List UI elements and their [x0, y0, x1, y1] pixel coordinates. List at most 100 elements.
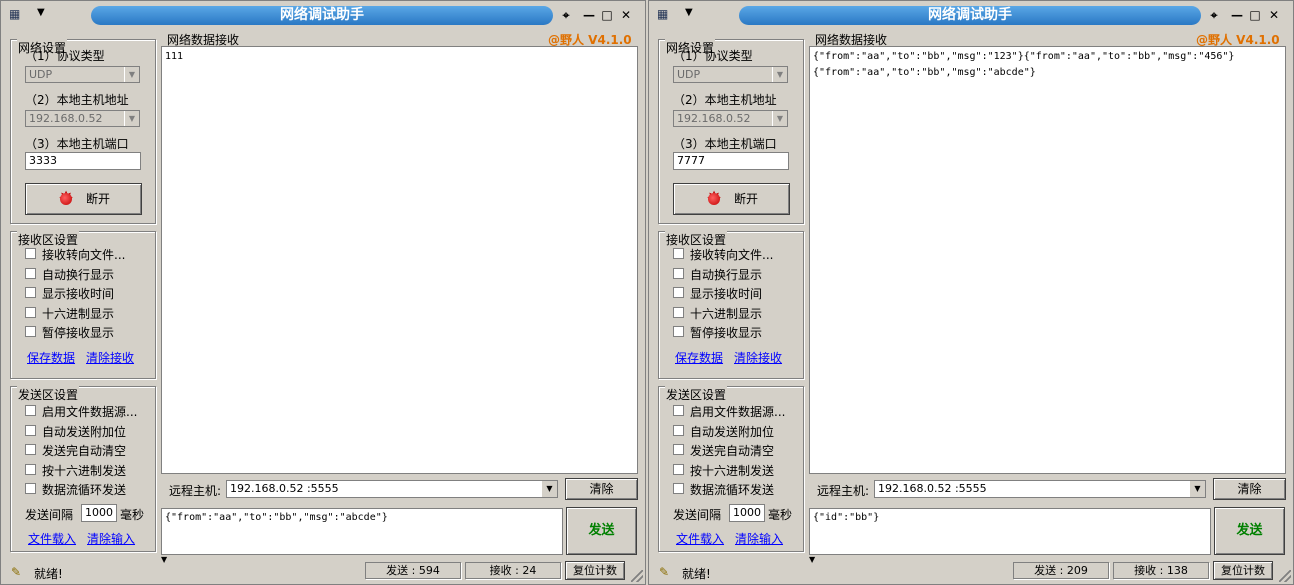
- option-checkbox[interactable]: 自动发送附加位: [25, 424, 165, 439]
- dropdown-arrow-icon: ▼: [124, 111, 139, 126]
- reset-count-button[interactable]: 复位计数: [565, 561, 625, 580]
- status-icon: ✎: [659, 565, 670, 579]
- checkbox-box[interactable]: [25, 424, 36, 436]
- file-load-link[interactable]: 文件载入: [676, 530, 724, 547]
- checkbox-box[interactable]: [25, 444, 36, 455]
- checkbox-box[interactable]: [673, 483, 684, 494]
- receive-textarea[interactable]: {"from":"aa","to":"bb","msg":"123"}{"fro…: [809, 46, 1286, 474]
- option-checkbox[interactable]: 启用文件数据源...: [673, 404, 813, 419]
- checkbox-box[interactable]: [673, 306, 684, 318]
- option-checkbox[interactable]: 接收转向文件...: [25, 247, 165, 262]
- clear-input-link[interactable]: 清除输入: [735, 530, 783, 547]
- disconnect-button[interactable]: ✸ 断开: [25, 183, 142, 215]
- close-button[interactable]: ✕: [1266, 7, 1282, 23]
- checkbox-box[interactable]: [673, 287, 684, 298]
- checkbox-label: 接收转向文件...: [690, 248, 774, 262]
- checkbox-box[interactable]: [673, 463, 684, 475]
- checkbox-box[interactable]: [25, 463, 36, 475]
- checkbox-box[interactable]: [25, 248, 36, 259]
- option-checkbox[interactable]: 自动换行显示: [25, 267, 165, 282]
- option-checkbox[interactable]: 暂停接收显示: [673, 325, 813, 340]
- send-button[interactable]: 发送: [566, 507, 637, 555]
- resize-grip-icon[interactable]: [631, 570, 643, 582]
- port-input[interactable]: 3333: [25, 152, 141, 170]
- option-checkbox[interactable]: 按十六进制发送: [25, 463, 165, 478]
- status-text: 就绪!: [682, 567, 711, 581]
- option-checkbox[interactable]: 暂停接收显示: [25, 325, 165, 340]
- option-checkbox[interactable]: 发送完自动清空: [25, 443, 165, 458]
- clear-button[interactable]: 清除: [1213, 478, 1286, 500]
- remote-host-select[interactable]: 192.168.0.52 :5555 ▼: [874, 480, 1206, 498]
- option-checkbox[interactable]: 十六进制显示: [673, 306, 813, 321]
- received-line: {"from":"aa","to":"bb","msg":"abcde"}: [813, 67, 1036, 78]
- reset-count-button[interactable]: 复位计数: [1213, 561, 1273, 580]
- send-interval-label: 发送间隔: [25, 508, 74, 522]
- checkbox-box[interactable]: [673, 424, 684, 436]
- maximize-button[interactable]: □: [1247, 7, 1263, 23]
- protocol-select[interactable]: UDP ▼: [25, 66, 140, 83]
- remote-host-value: 192.168.0.52 :5555: [230, 482, 339, 495]
- pin-icon[interactable]: ⌖: [558, 7, 574, 23]
- checkbox-box[interactable]: [673, 444, 684, 455]
- minimize-button[interactable]: —: [1229, 7, 1245, 23]
- checkbox-box[interactable]: [673, 248, 684, 259]
- protocol-select[interactable]: UDP ▼: [673, 66, 788, 83]
- option-checkbox[interactable]: 十六进制显示: [25, 306, 165, 321]
- checkbox-box[interactable]: [673, 267, 684, 279]
- save-data-link[interactable]: 保存数据: [27, 349, 75, 366]
- system-menu[interactable]: ▦ ▼: [7, 7, 65, 23]
- host-select[interactable]: 192.168.0.52 ▼: [673, 110, 788, 127]
- send-interval-label: 发送间隔: [673, 508, 722, 522]
- clear-input-link[interactable]: 清除输入: [87, 530, 135, 547]
- option-checkbox[interactable]: 接收转向文件...: [673, 247, 813, 262]
- option-checkbox[interactable]: 自动发送附加位: [673, 424, 813, 439]
- clear-receive-link[interactable]: 清除接收: [734, 349, 782, 366]
- system-menu[interactable]: ▦ ▼: [655, 7, 713, 23]
- send-textarea[interactable]: {"id":"bb"}: [809, 508, 1211, 555]
- port-input[interactable]: 7777: [673, 152, 789, 170]
- send-button[interactable]: 发送: [1214, 507, 1285, 555]
- option-checkbox[interactable]: 显示接收时间: [25, 286, 165, 301]
- save-data-link[interactable]: 保存数据: [675, 349, 723, 366]
- group-title: 发送区设置: [17, 386, 80, 403]
- disconnect-label: 断开: [734, 192, 759, 206]
- window-title: 网络调试助手: [91, 6, 553, 25]
- checkbox-label: 发送完自动清空: [690, 444, 775, 458]
- close-button[interactable]: ✕: [618, 7, 634, 23]
- receive-textarea[interactable]: 111: [161, 46, 638, 474]
- remote-host-select[interactable]: 192.168.0.52 :5555 ▼: [226, 480, 558, 498]
- disconnect-button[interactable]: ✸ 断开: [673, 183, 790, 215]
- checkbox-box[interactable]: [25, 287, 36, 298]
- maximize-button[interactable]: □: [599, 7, 615, 23]
- checkbox-box[interactable]: [25, 267, 36, 279]
- checkbox-box[interactable]: [25, 483, 36, 494]
- group-title: 发送区设置: [665, 386, 728, 403]
- pin-icon[interactable]: ⌖: [1206, 7, 1222, 23]
- received-line: {"from":"aa","to":"bb","msg":"123"}{"fro…: [813, 51, 1235, 62]
- option-checkbox[interactable]: 数据流循环发送: [25, 482, 165, 497]
- checkbox-box[interactable]: [25, 326, 36, 337]
- checkbox-box[interactable]: [673, 405, 684, 416]
- clear-button[interactable]: 清除: [565, 478, 638, 500]
- minimize-button[interactable]: —: [581, 7, 597, 23]
- option-checkbox[interactable]: 启用文件数据源...: [25, 404, 165, 419]
- send-textarea[interactable]: {"from":"aa","to":"bb","msg":"abcde"}: [161, 508, 563, 555]
- clear-receive-link[interactable]: 清除接收: [86, 349, 134, 366]
- checkbox-box[interactable]: [25, 405, 36, 416]
- send-interval-input[interactable]: 1000: [81, 504, 117, 522]
- checkbox-label: 数据流循环发送: [42, 483, 127, 497]
- checkbox-box[interactable]: [673, 326, 684, 337]
- file-load-link[interactable]: 文件载入: [28, 530, 76, 547]
- option-checkbox[interactable]: 数据流循环发送: [673, 482, 813, 497]
- dropdown-arrow-icon: ▼: [772, 111, 787, 126]
- checkbox-box[interactable]: [25, 306, 36, 318]
- resize-grip-icon[interactable]: [1279, 570, 1291, 582]
- option-checkbox[interactable]: 自动换行显示: [673, 267, 813, 282]
- option-checkbox[interactable]: 发送完自动清空: [673, 443, 813, 458]
- app-icon: ▦: [9, 7, 21, 21]
- option-checkbox[interactable]: 按十六进制发送: [673, 463, 813, 478]
- port-label: （3）本地主机端口: [25, 137, 129, 151]
- option-checkbox[interactable]: 显示接收时间: [673, 286, 813, 301]
- host-select[interactable]: 192.168.0.52 ▼: [25, 110, 140, 127]
- send-interval-input[interactable]: 1000: [729, 504, 765, 522]
